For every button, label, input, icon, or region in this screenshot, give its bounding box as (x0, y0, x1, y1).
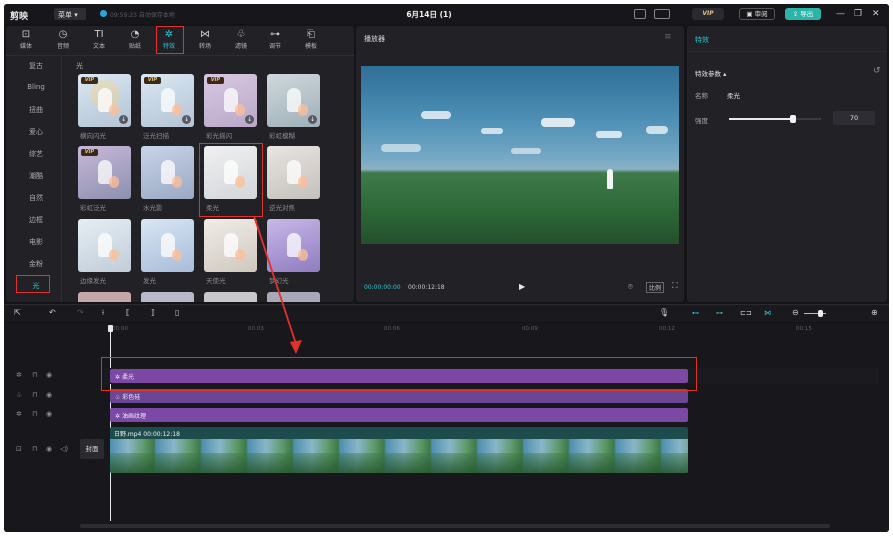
annotation-arrow (253, 215, 302, 354)
app-window: 剪映 菜单 ▾ 09:59:23 自动保存本地 6月14日 (1) VIP ▣ … (4, 4, 889, 532)
